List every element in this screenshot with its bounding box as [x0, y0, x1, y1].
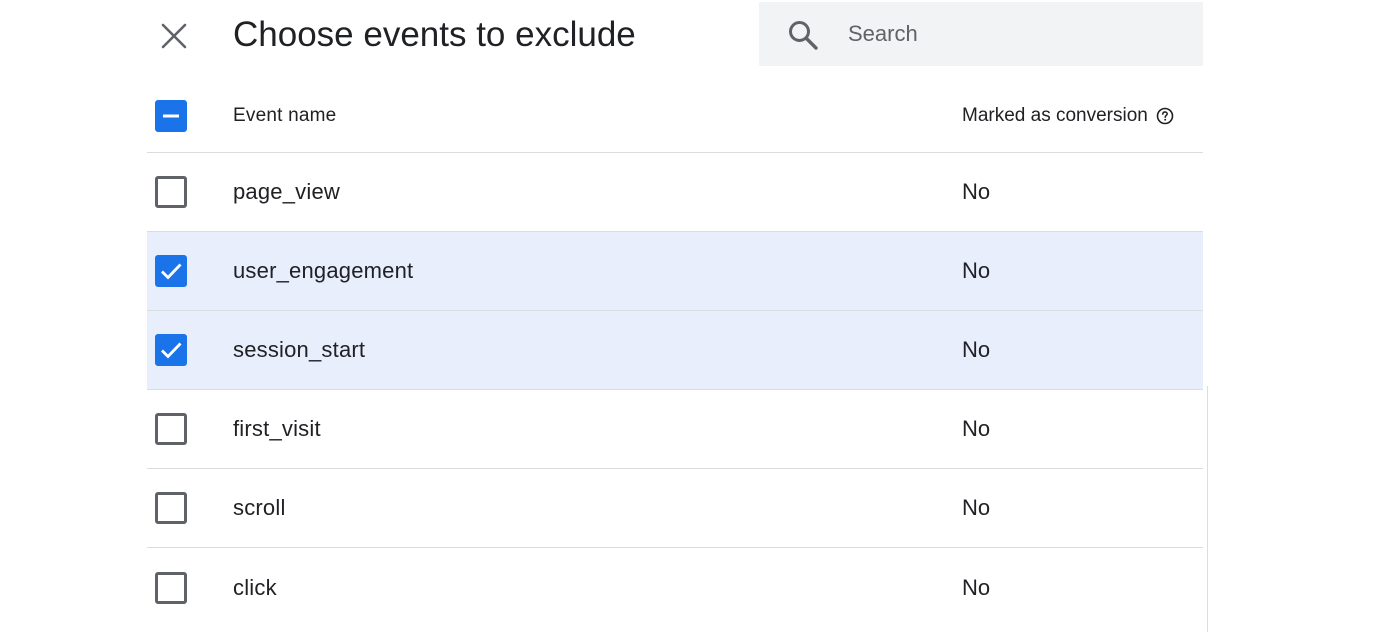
table-row[interactable]: session_start No: [147, 311, 1203, 390]
minus-icon: [163, 114, 179, 118]
event-name-cell: page_view: [233, 179, 340, 204]
row-checkbox[interactable]: [155, 413, 187, 445]
row-checkbox[interactable]: [155, 334, 187, 366]
check-icon: [161, 263, 182, 280]
search-box[interactable]: [759, 2, 1203, 66]
event-name-cell: session_start: [233, 337, 366, 362]
table-row[interactable]: page_view No: [147, 153, 1203, 232]
event-name-cell: user_engagement: [233, 258, 414, 283]
conversion-cell: No: [962, 258, 991, 283]
table-row[interactable]: click No: [147, 548, 1203, 627]
column-header-event-name[interactable]: Event name: [233, 105, 336, 127]
column-header-conversion-label: Marked as conversion: [962, 105, 1148, 126]
event-name-cell: scroll: [233, 495, 286, 520]
row-checkbox[interactable]: [155, 176, 187, 208]
conversion-cell: No: [962, 495, 991, 520]
select-all-checkbox[interactable]: [155, 100, 187, 132]
conversion-cell: No: [962, 574, 991, 600]
conversion-cell: No: [962, 337, 991, 362]
check-icon: [161, 342, 182, 359]
table-row[interactable]: first_visit No: [147, 390, 1203, 469]
row-checkbox[interactable]: [155, 255, 187, 287]
table-header-row: Event name Marked as conversion: [147, 80, 1203, 153]
close-icon: [161, 23, 187, 49]
search-input[interactable]: [848, 16, 1178, 52]
dialog-title: Choose events to exclude: [233, 15, 636, 54]
scroll-edge-divider: [1207, 386, 1208, 632]
conversion-cell: No: [962, 416, 991, 441]
exclude-events-dialog: Choose events to exclude Event name Mark…: [0, 0, 1400, 632]
search-icon: [789, 21, 818, 50]
column-header-conversion[interactable]: Marked as conversion: [962, 105, 1174, 127]
table-row[interactable]: scroll No: [147, 469, 1203, 548]
row-checkbox[interactable]: [155, 492, 187, 524]
event-name-cell: first_visit: [233, 416, 321, 441]
table-row[interactable]: user_engagement No: [147, 232, 1203, 311]
row-checkbox[interactable]: [155, 571, 187, 604]
conversion-cell: No: [962, 179, 991, 204]
events-table: Event name Marked as conversion page_vie…: [147, 80, 1203, 627]
close-button[interactable]: [154, 16, 194, 56]
help-circle-icon[interactable]: [1156, 107, 1174, 125]
event-name-cell: click: [233, 574, 277, 600]
